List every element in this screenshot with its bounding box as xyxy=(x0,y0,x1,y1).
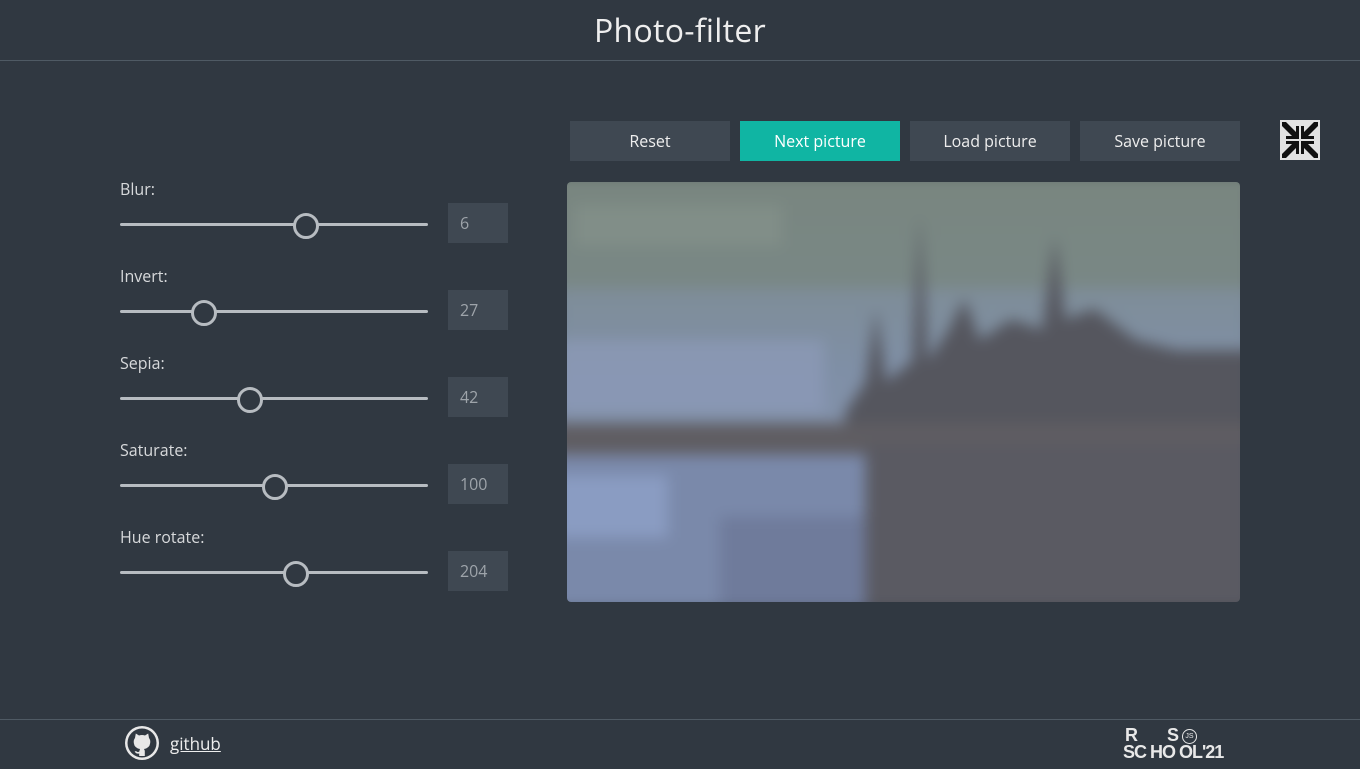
filter-label: Saturate: xyxy=(120,439,188,461)
slider-thumb[interactable] xyxy=(191,300,218,326)
value-output: 42 xyxy=(448,377,508,417)
slider-thumb[interactable] xyxy=(262,474,288,500)
filter-label: Blur: xyxy=(120,178,155,200)
fullscreen-exit-icon[interactable] xyxy=(1280,120,1320,160)
value-output: 27 xyxy=(448,290,508,330)
preview-image xyxy=(567,182,1240,602)
filter-saturate: Saturate: 100 xyxy=(120,439,520,526)
slider-track[interactable] xyxy=(120,397,428,400)
button-toolbar: Reset Next picture Load picture Save pic… xyxy=(570,121,1240,161)
filter-hue-rotate: Hue rotate: 204 xyxy=(120,526,520,613)
filter-label: Invert: xyxy=(120,265,168,287)
filters-panel: Blur: 6 Invert: 27 Sepia: 42 Saturate: 1… xyxy=(120,178,520,613)
reset-button[interactable]: Reset xyxy=(570,121,730,161)
value-output: 100 xyxy=(448,464,508,504)
value-output: 204 xyxy=(448,551,508,591)
load-picture-button[interactable]: Load picture xyxy=(910,121,1070,161)
page-title: Photo-filter xyxy=(593,8,767,52)
value-output: 6 xyxy=(448,203,508,243)
next-picture-button[interactable]: Next picture xyxy=(740,121,900,161)
github-icon[interactable] xyxy=(124,725,160,761)
filter-label: Sepia: xyxy=(120,352,165,374)
filter-blur: Blur: 6 xyxy=(120,178,520,265)
slider-track[interactable] xyxy=(120,571,428,574)
filter-sepia: Sepia: 42 xyxy=(120,352,520,439)
filter-label: Hue rotate: xyxy=(120,526,205,548)
slider-track[interactable] xyxy=(120,223,428,226)
slider-thumb[interactable] xyxy=(282,561,309,587)
slider-thumb[interactable] xyxy=(237,387,264,413)
slider-thumb[interactable] xyxy=(292,213,319,239)
slider-track[interactable] xyxy=(120,310,428,313)
rs-school-logo[interactable]: R S JS SC HO OL'21 xyxy=(1123,726,1239,766)
filter-invert: Invert: 27 xyxy=(120,265,520,352)
page-footer: github R S JS SC HO OL'21 xyxy=(0,719,1360,769)
page-header: Photo-filter xyxy=(0,0,1360,61)
save-picture-button[interactable]: Save picture xyxy=(1080,121,1240,161)
github-link[interactable]: github xyxy=(170,732,221,755)
